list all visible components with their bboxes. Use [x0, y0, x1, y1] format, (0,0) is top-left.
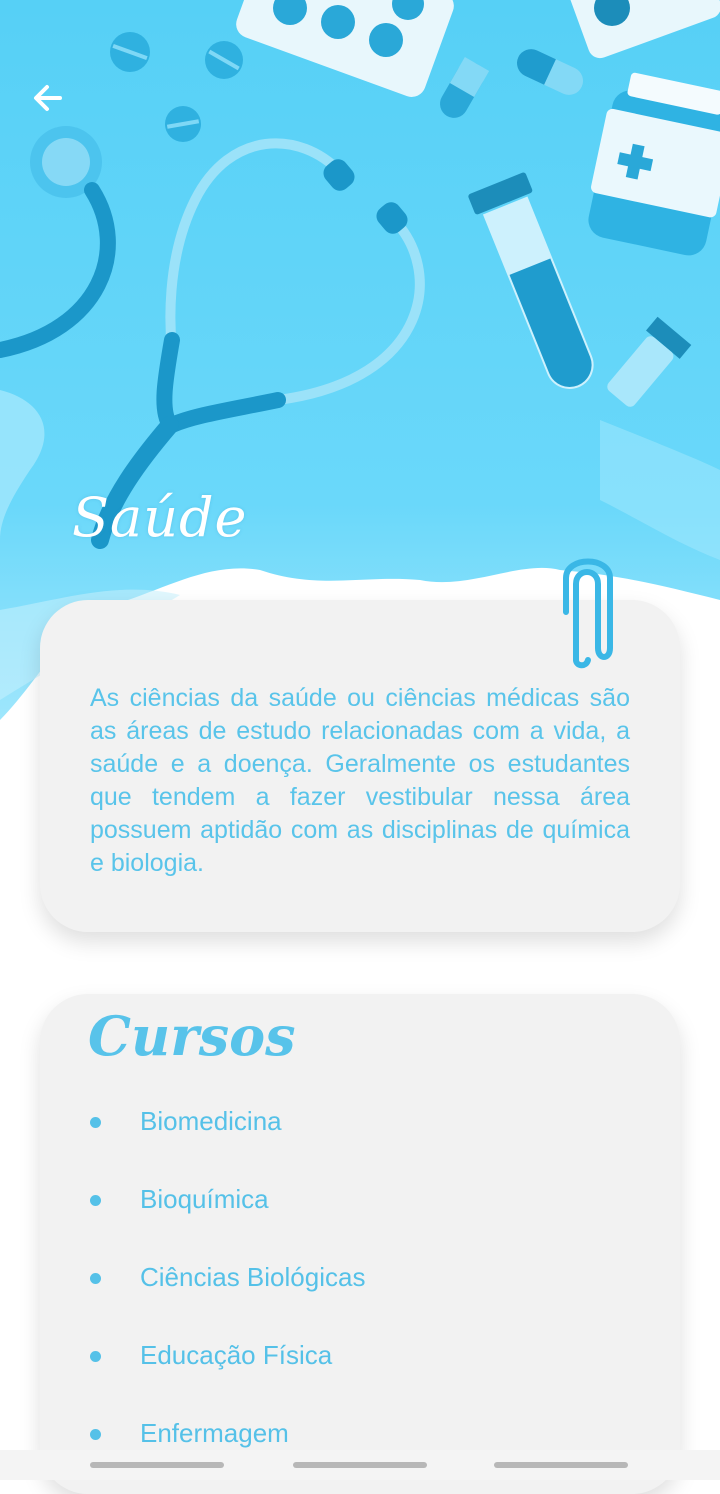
courses-card: Cursos Biomedicina Bioquímica Ciências B… — [40, 994, 680, 1494]
arrow-left-icon — [34, 85, 62, 111]
bullet-icon — [90, 1429, 101, 1440]
course-label: Biomedicina — [140, 1106, 282, 1136]
course-label: Educação Física — [140, 1340, 333, 1370]
back-nav-button[interactable] — [494, 1462, 628, 1468]
system-navigation-bar — [0, 1450, 720, 1480]
bullet-icon — [90, 1273, 101, 1284]
bullet-icon — [90, 1351, 101, 1362]
courses-title: Cursos — [88, 1004, 296, 1068]
bullet-icon — [90, 1117, 101, 1128]
course-label: Enfermagem — [140, 1418, 289, 1448]
bullet-icon — [90, 1195, 101, 1206]
course-label: Ciências Biológicas — [140, 1262, 366, 1292]
recent-apps-button[interactable] — [90, 1462, 224, 1468]
description-text: As ciências da saúde ou ciências médicas… — [90, 684, 630, 877]
home-button[interactable] — [293, 1462, 427, 1468]
page-title: Saúde — [72, 486, 248, 549]
course-label: Bioquímica — [140, 1184, 269, 1214]
back-button[interactable] — [30, 80, 82, 132]
paperclip-icon — [563, 558, 613, 669]
